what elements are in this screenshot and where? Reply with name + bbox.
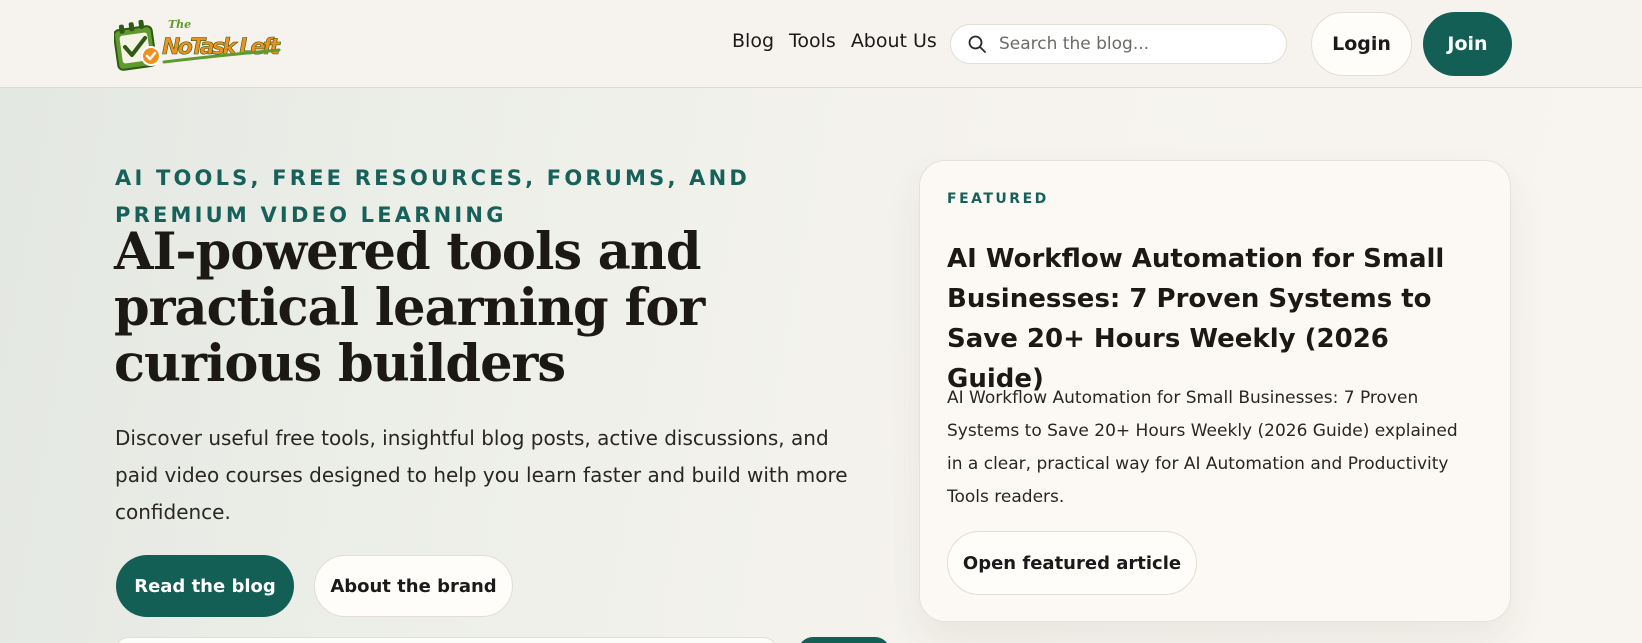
logo-checklist-icon: The NoTask Left bbox=[113, 18, 282, 71]
read-blog-button[interactable]: Read the blog bbox=[116, 555, 294, 617]
brand-logo[interactable]: The NoTask Left bbox=[113, 14, 284, 74]
newsletter-input-peek[interactable] bbox=[114, 637, 778, 643]
login-button[interactable]: Login bbox=[1311, 12, 1412, 76]
featured-title[interactable]: AI Workflow Automation for Small Busines… bbox=[947, 239, 1487, 399]
search-input[interactable] bbox=[999, 34, 1269, 54]
open-featured-article-button[interactable]: Open featured article bbox=[947, 531, 1197, 595]
search-box[interactable] bbox=[950, 24, 1287, 64]
newsletter-button-peek[interactable] bbox=[798, 637, 890, 643]
search-icon bbox=[968, 35, 986, 53]
hero-description: Discover useful free tools, insightful b… bbox=[115, 426, 848, 524]
featured-description: AI Workflow Automation for Small Busines… bbox=[947, 388, 1458, 507]
hero-headline: AI-powered tools and practical learning … bbox=[114, 222, 705, 394]
site-header: The NoTask Left Blog Tools About Us Logi… bbox=[0, 0, 1642, 88]
nav-tools[interactable]: Tools bbox=[789, 30, 836, 52]
nav-blog[interactable]: Blog bbox=[732, 30, 774, 52]
nav-about-us[interactable]: About Us bbox=[851, 30, 937, 52]
join-button[interactable]: Join bbox=[1423, 12, 1512, 76]
about-brand-button[interactable]: About the brand bbox=[314, 555, 513, 617]
main-nav: Blog Tools About Us bbox=[732, 30, 937, 52]
svg-text:The: The bbox=[168, 18, 191, 31]
featured-label: FEATURED bbox=[947, 191, 1049, 207]
featured-card: FEATURED AI Workflow Automation for Smal… bbox=[919, 160, 1511, 622]
